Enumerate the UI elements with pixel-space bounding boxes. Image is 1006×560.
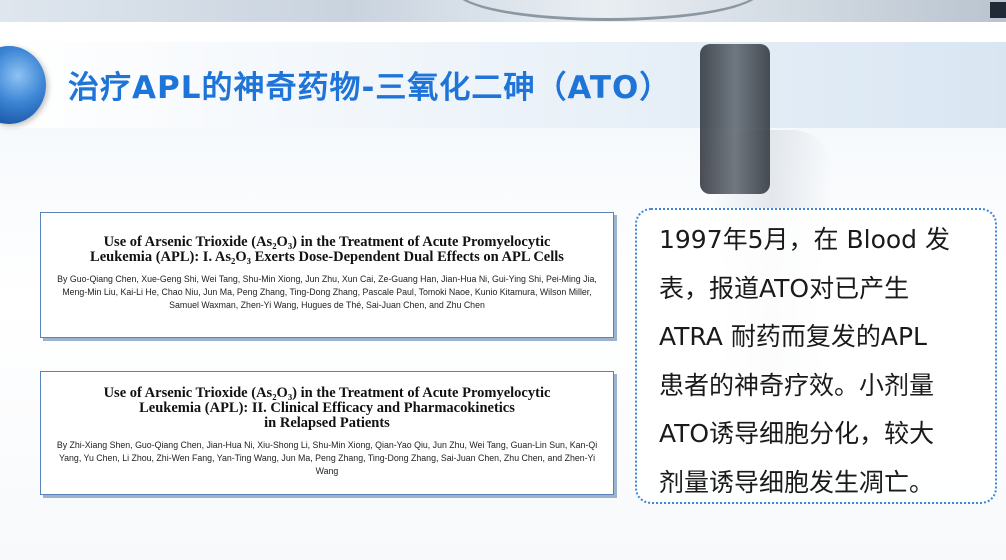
note-line: 表，报道ATO对已产生: [659, 273, 910, 303]
paper-card-1: Use of Arsenic Trioxide (As₂O₃) in the T…: [40, 212, 614, 338]
stethoscope-arc: [455, 0, 761, 21]
paper-authors: By Zhi-Xiang Shen, Guo-Qiang Chen, Jian-…: [56, 440, 598, 476]
paper-title-line: in Relapsed Patients: [264, 415, 390, 431]
summary-note-box: 1997年5月，在 Blood 发 表，报道ATO对已产生 ATRA 耐药而复发…: [635, 208, 997, 504]
paper-title-line: Leukemia (APL): II. Clinical Efficacy an…: [139, 400, 515, 416]
microscope-image: [700, 44, 770, 194]
paper-authors: By Guo-Qiang Chen, Xue-Geng Shi, Wei Tan…: [57, 274, 597, 310]
note-line: 剂量诱导细胞发生凋亡。: [659, 467, 935, 497]
paper-card-2: Use of Arsenic Trioxide (As₂O₃) in the T…: [40, 371, 614, 495]
note-line: 患者的神奇疗效。小剂量: [659, 370, 935, 400]
slide-title: 治疗APL的神奇药物-三氧化二砷（ATO）: [68, 70, 672, 106]
paper-title-line: Use of Arsenic Trioxide (As₂O₃) in the T…: [103, 385, 551, 401]
paper-title-line: Leukemia (APL): I. As₂O₃ Exerts Dose-Dep…: [90, 249, 564, 265]
paper-title-line: Use of Arsenic Trioxide (As₂O₃) in the T…: [103, 234, 551, 250]
note-line: ATO诱导细胞分化，较大: [659, 419, 935, 448]
paper-title: Use of Arsenic Trioxide (As₂O₃) in the T…: [51, 235, 603, 265]
photo-corner: [990, 2, 1006, 18]
note-line: 1997年5月，在 Blood 发: [659, 225, 950, 254]
note-line: ATRA 耐药而复发的APL: [659, 322, 927, 351]
header-photo-strip: [0, 0, 1006, 22]
paper-title: Use of Arsenic Trioxide (As₂O₃) in the T…: [51, 386, 603, 431]
